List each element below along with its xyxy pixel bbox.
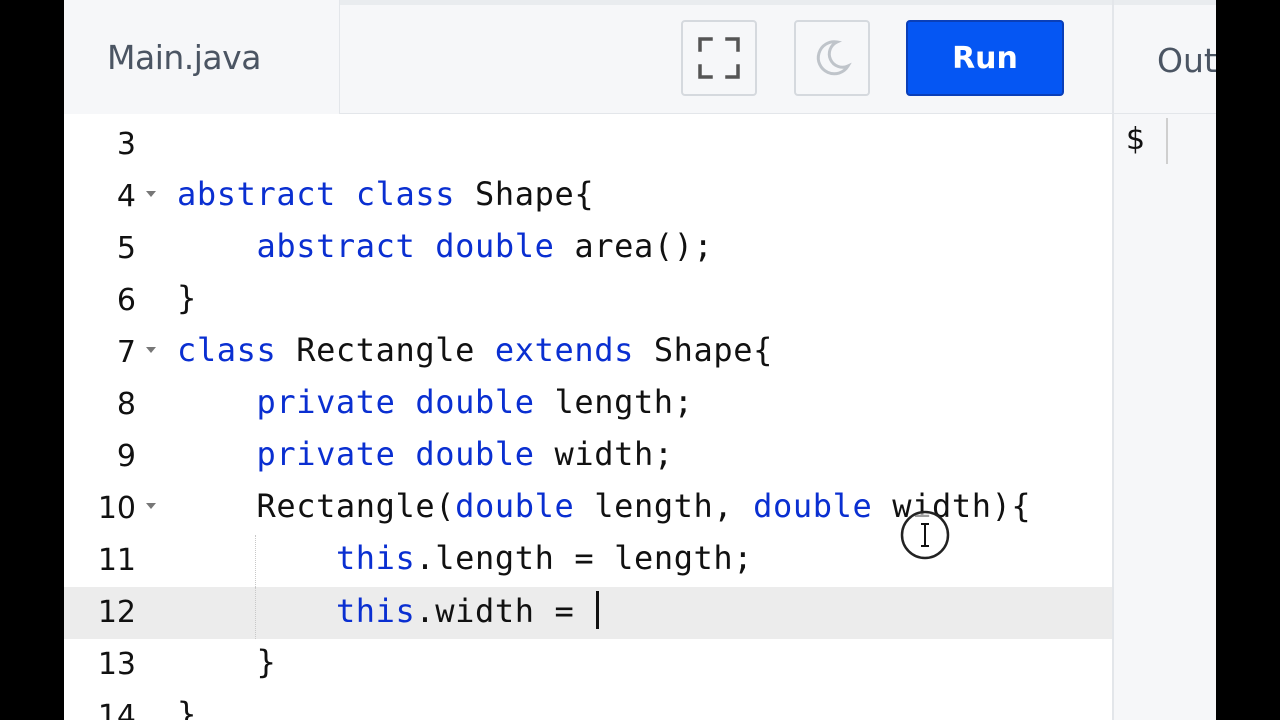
editor-header: Main.java Run bbox=[64, 0, 1112, 114]
terminal-cursor bbox=[1166, 118, 1168, 164]
editor-toolbar: Run bbox=[340, 0, 1112, 114]
editor-pane: Main.java Run 3 4 abstract class Shape{… bbox=[64, 0, 1112, 720]
file-tab[interactable]: Main.java bbox=[64, 0, 340, 114]
fullscreen-button[interactable] bbox=[681, 20, 757, 96]
line-number: 3 bbox=[116, 127, 136, 162]
fold-toggle-icon[interactable] bbox=[146, 347, 156, 353]
line-number: 13 bbox=[97, 647, 136, 682]
code-line[interactable]: 5 abstract double area(); bbox=[64, 223, 1112, 275]
code-line[interactable]: 3 bbox=[64, 119, 1112, 171]
output-title: Out bbox=[1157, 41, 1216, 80]
code-text: private double width; bbox=[256, 435, 674, 473]
code-text: this.width = bbox=[177, 591, 600, 630]
line-number: 6 bbox=[116, 283, 136, 318]
line-number: 5 bbox=[116, 231, 136, 266]
code-line[interactable]: 11 this.length = length; bbox=[64, 535, 1112, 587]
line-number: 14 bbox=[97, 699, 136, 720]
line-number: 4 bbox=[116, 179, 136, 214]
code-line[interactable]: 13 } bbox=[64, 639, 1112, 691]
line-number: 10 bbox=[97, 491, 136, 526]
fold-toggle-icon[interactable] bbox=[146, 191, 156, 197]
terminal-prompt: $ bbox=[1126, 122, 1146, 157]
text-caret bbox=[596, 591, 600, 629]
code-line[interactable]: 7 class Rectangle extends Shape{ bbox=[64, 327, 1112, 379]
moon-icon bbox=[816, 40, 852, 76]
code-line[interactable]: 4 abstract class Shape{ bbox=[64, 171, 1112, 223]
file-tab-label: Main.java bbox=[107, 37, 261, 77]
code-line[interactable]: 6} bbox=[64, 275, 1112, 327]
theme-toggle-button[interactable] bbox=[794, 20, 870, 96]
ide-window: Main.java Run 3 4 abstract class Shape{… bbox=[64, 0, 1216, 720]
code-line[interactable]: 12 this.width = bbox=[64, 587, 1112, 639]
line-number: 8 bbox=[116, 387, 136, 422]
code-text: class Rectangle extends Shape{ bbox=[177, 331, 774, 369]
code-line[interactable]: 9 private double width; bbox=[64, 431, 1112, 483]
fullscreen-icon bbox=[698, 37, 740, 79]
output-header: Out bbox=[1114, 0, 1216, 114]
code-line[interactable]: 14} bbox=[64, 691, 1112, 720]
line-number: 7 bbox=[116, 335, 136, 370]
code-text: } bbox=[177, 279, 197, 317]
code-text: this.length = length; bbox=[335, 539, 754, 577]
output-pane: Out $ bbox=[1112, 0, 1216, 720]
code-line[interactable]: 10 Rectangle(double length, double width… bbox=[64, 483, 1112, 535]
run-button[interactable]: Run bbox=[906, 20, 1064, 96]
run-button-label: Run bbox=[952, 40, 1018, 76]
code-text: abstract class Shape{ bbox=[177, 175, 595, 213]
code-text: private double length; bbox=[256, 383, 694, 421]
line-number: 12 bbox=[97, 595, 136, 630]
text-cursor-icon bbox=[900, 510, 950, 560]
code-line[interactable]: 8 private double length; bbox=[64, 379, 1112, 431]
code-text: abstract double area(); bbox=[256, 227, 714, 265]
code-text: } bbox=[177, 695, 197, 720]
code-text: } bbox=[177, 643, 277, 681]
fold-toggle-icon[interactable] bbox=[146, 503, 156, 509]
code-editor[interactable]: 3 4 abstract class Shape{ 5 abstract double… bbox=[64, 114, 1112, 720]
line-number: 9 bbox=[116, 439, 136, 474]
line-number: 11 bbox=[97, 543, 136, 578]
